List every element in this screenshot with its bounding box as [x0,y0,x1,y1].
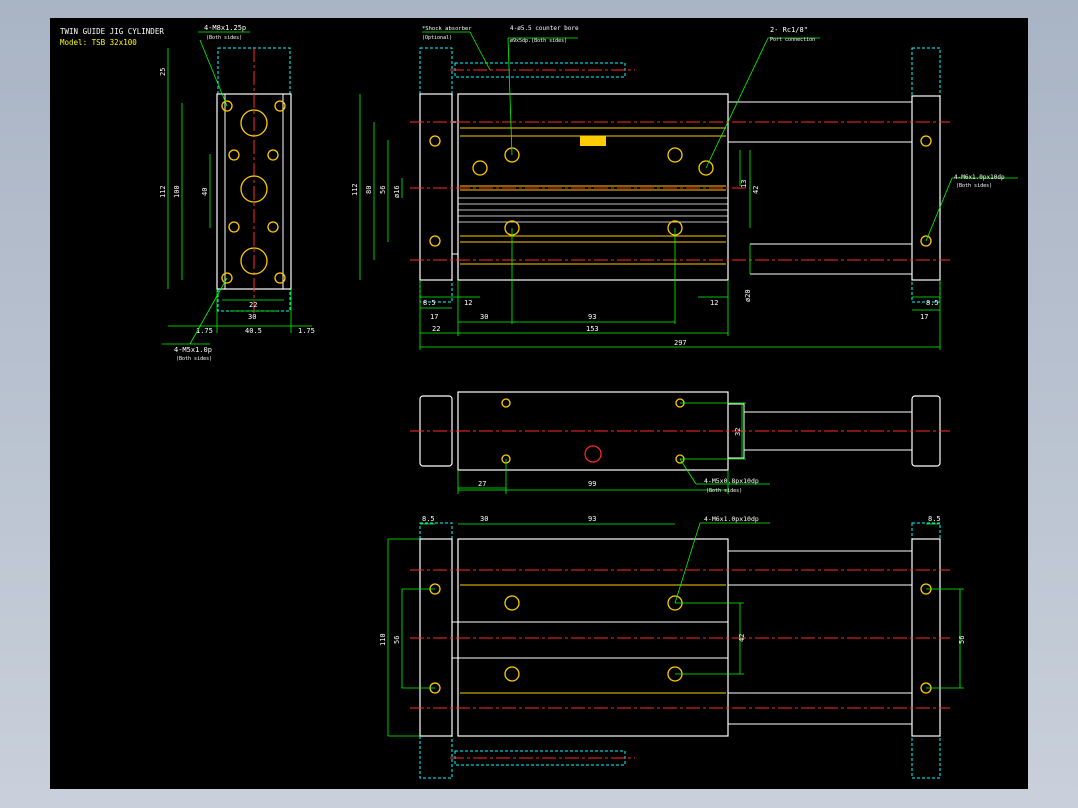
hole [267,149,279,161]
leader-line [925,177,953,242]
dim-label: 8.5 [423,299,436,307]
title-block: TWIN GUIDE JIG CYLINDER Model: TSB 32x10… [60,27,164,47]
dim-label: 112 [159,185,167,198]
dim-label: 22 [432,325,440,333]
callout-note: (Both sides) [956,183,992,189]
drawing-model: Model: TSB 32x100 [60,38,137,47]
hole [228,149,240,161]
dim-label: 17 [430,313,438,321]
dim-label: 13 [740,180,748,188]
front-hidden-plate-right [911,47,941,97]
callout-note: Port connection [770,37,815,43]
dim-label: 17 [920,313,928,321]
front-hidden-plate-left [419,47,453,95]
callout-cbore: 4-ø5.5 counter bore [510,25,579,32]
callout-note: (Both sides) [706,488,742,494]
dim-label: 8.5 [928,515,941,523]
callout-m5: 4-M5x1.0p [174,346,212,354]
hole [472,160,488,176]
side-view-left: 25 112 100 40 22 30 1.75 40.5 1.75 4-M8x… [159,24,315,362]
drawing-svg: TWIN GUIDE JIG CYLINDER Model: TSB 32x10… [60,24,1018,779]
dim-label: 12 [710,299,718,307]
leader-line [469,31,491,71]
dim-label: 56 [379,186,387,194]
front-view: 112 80 56 ø16 13 42 ø20 8.5 12 17 30 93 … [351,25,1018,350]
dim-label: 80 [365,186,373,194]
dim-label: 8.5 [422,515,435,523]
bottom-hidden-bot-left [419,735,453,779]
dim-label: 297 [674,339,687,347]
top-view: 32 27 99 4-M5x0.8px10dp (Both sides) [410,391,950,494]
hole [501,398,511,408]
hole [429,135,441,147]
callout-note: (Optional) [422,35,452,41]
bottom-hidden-top-right [911,522,941,540]
dim-label: 112 [351,183,359,196]
callout-m6-bottom: 4-M6x1.0px10dp [704,515,759,523]
drawing-title: TWIN GUIDE JIG CYLINDER [60,27,164,36]
dim-label: ø16 [393,185,401,198]
dim-label: 56 [393,636,401,644]
bottom-slots [460,584,726,694]
hole [267,221,279,233]
body-slots [460,127,726,265]
side-view-dims [167,48,312,333]
hole [228,221,240,233]
body-ribs [458,197,728,223]
callout-port: 2- Rc1/8" [770,26,808,34]
top-port [584,445,602,463]
bottom-view: 8.5 30 93 8.5 110 56 42 56 4-M6x1.0px10d… [379,515,966,779]
dim-label: 1.75 [298,327,315,335]
hole [429,235,441,247]
dim-label: 30 [480,515,488,523]
dim-label: 42 [738,634,746,642]
callout-note: ø9x5dp.(Both sides) [510,38,567,44]
dim-label: 93 [588,313,596,321]
callout-side: 4-M6x1.0px10dp [954,174,1005,181]
dim-label: 32 [734,428,742,436]
dim-label: 153 [586,325,599,333]
front-center-lines [410,121,950,261]
callout-m5-top: 4-M5x0.8px10dp [704,477,759,485]
dim-label: 42 [752,186,760,194]
dim-label: 30 [248,313,256,321]
dim-label: 25 [159,68,167,76]
bottom-hidden-bot-right [911,735,941,779]
front-holes [429,135,932,247]
callout-note: (Both sides) [176,356,212,362]
hole [920,135,932,147]
callout-note: (Both sides) [206,35,242,41]
bottom-dims [387,523,964,737]
dim-label: 93 [588,515,596,523]
dim-label: 100 [173,185,181,198]
leader-line [199,39,228,107]
bottom-hidden-top-left [419,522,453,540]
hole [667,147,683,163]
dim-label: 99 [588,480,596,488]
leader-line [507,37,513,156]
top-dims [457,402,746,494]
right-end-plate [911,95,941,281]
leader-line [679,458,697,485]
dim-label: ø20 [744,289,752,302]
cad-drawing-canvas: TWIN GUIDE JIG CYLINDER Model: TSB 32x10… [50,18,1028,789]
dim-label: 40.5 [245,327,262,335]
dim-label: 22 [249,301,257,309]
callout-m8: 4-M8x1.25p [204,24,246,32]
dim-label: 40 [201,188,209,196]
dim-label: 27 [478,480,486,488]
dim-label: 12 [464,299,472,307]
dim-label: 56 [958,636,966,644]
leader-line [674,522,701,604]
hole [504,666,520,682]
hole [504,595,520,611]
callout-shock: *Shock absorber [422,26,472,32]
dim-label: 8.5 [926,299,939,307]
dim-label: 110 [379,633,387,646]
dim-label: 30 [480,313,488,321]
bottom-center-lines [410,569,950,709]
nameplate [580,136,606,146]
leader-line [705,37,769,169]
